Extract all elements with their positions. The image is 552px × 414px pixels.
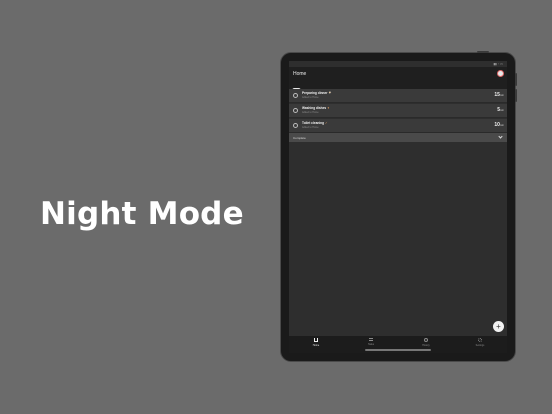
task-checkbox[interactable] — [293, 108, 298, 113]
nav-tasks[interactable]: Tasks — [359, 338, 383, 346]
app-screen: ▮▮ ◔ ▭ Home All Shopping List + Add List… — [289, 61, 507, 353]
nav-home[interactable]: Home — [304, 338, 328, 347]
task-emoji: ✦ — [327, 106, 330, 110]
headline: Night Mode — [40, 196, 244, 232]
device-volume-up — [515, 73, 517, 86]
add-task-button[interactable]: + — [493, 321, 504, 332]
nav-label: Tasks — [367, 342, 375, 346]
bottom-nav: Home Tasks History Settings — [289, 336, 507, 353]
task-row[interactable]: Toilet cleaning ✓ Added to Home 10min — [289, 119, 507, 133]
history-icon — [424, 338, 428, 342]
task-name: Preparing dinner 🍳 — [302, 91, 333, 95]
task-name: Washing dishes ✦ — [302, 106, 330, 110]
task-subtitle: Added to Home — [302, 126, 319, 129]
app-header: Home — [289, 67, 507, 87]
chevron-down-icon — [498, 134, 503, 139]
task-subtitle: Added to Home — [302, 111, 319, 114]
complete-section-toggle[interactable]: Complete — [289, 133, 507, 142]
task-checkbox[interactable] — [293, 123, 298, 128]
avatar[interactable] — [497, 70, 504, 77]
nav-label: Home — [312, 343, 320, 347]
home-indicator — [365, 349, 431, 351]
task-duration: 10min — [494, 122, 504, 128]
task-row[interactable]: Preparing dinner 🍳 Added to Home 15min — [289, 89, 507, 103]
nav-settings[interactable]: Settings — [468, 338, 492, 347]
task-name: Toilet cleaning ✓ — [302, 121, 328, 125]
complete-label: Complete — [293, 135, 306, 140]
gear-icon — [478, 338, 482, 342]
status-icons: ▮▮ ◔ ▭ — [493, 62, 503, 66]
task-subtitle: Added to Home — [302, 96, 319, 99]
home-icon — [314, 338, 318, 342]
task-emoji: ✓ — [324, 121, 328, 125]
list-icon — [369, 338, 373, 341]
task-checkbox[interactable] — [293, 93, 298, 98]
task-duration: 15min — [494, 92, 504, 98]
page-title: Home — [293, 71, 307, 77]
nav-label: History — [422, 343, 430, 347]
nav-history[interactable]: History — [414, 338, 438, 347]
device-volume-down — [515, 89, 517, 102]
task-row[interactable]: Washing dishes ✦ Added to Home 5min — [289, 104, 507, 118]
nav-label: Settings — [475, 343, 485, 347]
task-duration: 5min — [497, 107, 504, 113]
device-button-top — [477, 51, 489, 53]
task-emoji: 🍳 — [328, 91, 333, 95]
